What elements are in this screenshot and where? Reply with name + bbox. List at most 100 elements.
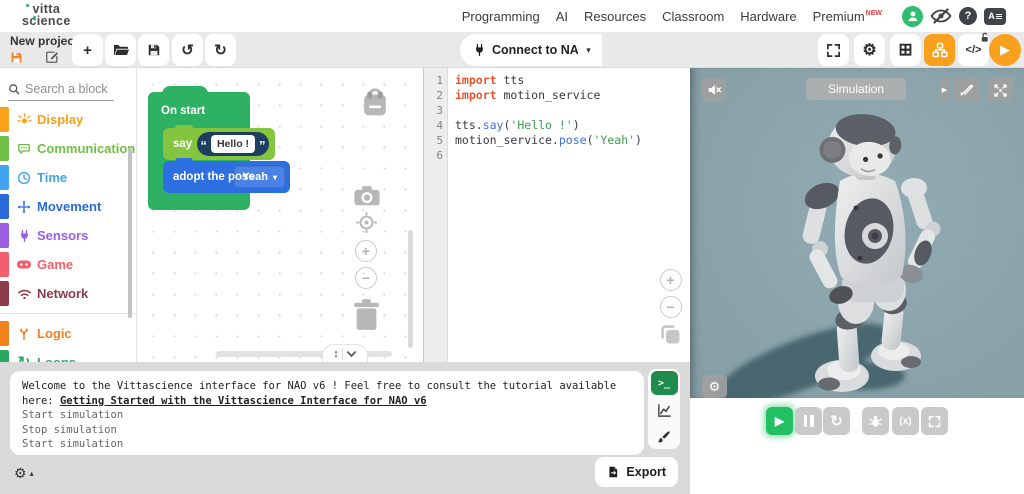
say-block[interactable]: say “ Hello ! ” (163, 128, 275, 160)
sidebar-item-game[interactable]: Game (0, 250, 136, 279)
fullscreen-button[interactable] (818, 34, 849, 66)
sidebar-item-display[interactable]: Display (0, 105, 136, 134)
canvas-vertical-scrollbar[interactable] (408, 230, 413, 348)
simulation-fullscreen-button[interactable] (921, 407, 948, 435)
line-number: 5 (424, 133, 447, 148)
save-project-button[interactable] (138, 34, 169, 66)
settings-button[interactable]: ⚙ (854, 34, 885, 66)
draw-trajectory-button[interactable] (953, 78, 980, 102)
grid-icon: ⊞ (898, 40, 912, 60)
chart-icon (657, 403, 672, 418)
caret-down-icon: ▾ (586, 45, 591, 56)
folder-icon (113, 43, 129, 57)
variables-icon: (x) (899, 416, 911, 427)
nav-item-resources[interactable]: Resources (584, 9, 646, 24)
logo-green-dot (33, 16, 36, 19)
pose-value: Yeah (242, 171, 268, 183)
debug-robot-button[interactable] (862, 407, 889, 435)
zoom-in-button[interactable]: + (355, 240, 377, 262)
console-log-line: Start simulation (22, 437, 632, 452)
blocks-view-button[interactable] (924, 34, 955, 66)
search-icon (8, 83, 20, 95)
category-color-bar (0, 223, 9, 248)
restart-simulation-button[interactable]: ↻ (823, 407, 850, 435)
start-simulation-button[interactable]: ▶ (766, 407, 793, 435)
help-icon[interactable]: ? (959, 7, 977, 25)
sidebar-item-logic[interactable]: Logic (0, 319, 136, 348)
simulation-mode-label[interactable]: Simulation (806, 78, 906, 100)
pause-simulation-button[interactable] (795, 407, 822, 435)
translate-icon[interactable]: A (984, 8, 1006, 25)
category-color-bar (0, 107, 9, 132)
unlock-icon (979, 32, 990, 43)
save-status-icon (10, 51, 23, 64)
nao-robot-figure[interactable] (690, 68, 1024, 398)
translate-a: A (988, 11, 995, 21)
code-zoom-in-button[interactable]: + (660, 269, 682, 291)
fit-view-icon (993, 83, 1008, 98)
user-avatar[interactable] (902, 6, 923, 27)
block-workspace[interactable]: On start say “ Hello ! ” adopt the pose … (137, 68, 423, 362)
mute-button[interactable] (702, 78, 726, 102)
grid-view-button[interactable]: ⊞ (890, 34, 921, 66)
nav-item-premium[interactable]: PremiumNEW (813, 9, 882, 24)
chart-tab-button[interactable] (651, 398, 678, 422)
eye-slash-icon[interactable] (930, 7, 952, 25)
run-program-button[interactable]: ▶ (989, 34, 1021, 66)
console-footer: ⚙ ▴ Export (0, 455, 690, 494)
small-right-arrow-icon: ▶ (942, 86, 947, 94)
sidebar-scrollbar[interactable] (128, 148, 132, 318)
backpack-icon[interactable] (359, 86, 391, 120)
chevron-down-icon[interactable] (346, 350, 357, 358)
sidebar-item-loops[interactable]: ↻Loops (0, 348, 136, 362)
caret-up-icon: ▴ (30, 469, 34, 478)
simulation-viewport[interactable]: Simulation ▶ ⚙ (690, 68, 1024, 398)
trash-icon[interactable] (350, 296, 383, 334)
screenshot-camera-icon[interactable] (353, 184, 381, 207)
tutorial-link[interactable]: Getting Started with the Vittascience In… (60, 395, 427, 407)
code-zoom-out-button[interactable]: − (660, 296, 682, 318)
open-project-button[interactable] (105, 34, 136, 66)
undo-button[interactable]: ↺ (172, 34, 203, 66)
clear-console-button[interactable] (651, 425, 678, 449)
block-search-input[interactable]: Search a block (8, 82, 114, 101)
variables-button[interactable]: (x) (892, 407, 919, 435)
code-line: tts.say('Hello !') (455, 118, 690, 133)
line-number-gutter: 123456 (424, 68, 448, 362)
center-camera-button[interactable] (987, 78, 1014, 102)
console-settings-toggle[interactable]: ⚙ ▴ (14, 465, 34, 482)
simulation-settings-button[interactable]: ⚙ (702, 375, 727, 398)
center-view-target-icon[interactable] (355, 211, 378, 234)
nav-item-classroom[interactable]: Classroom (662, 9, 724, 24)
speech-icon (16, 142, 32, 156)
python-code-panel[interactable]: 123456 import ttsimport motion_service t… (423, 68, 690, 362)
sidebar-item-sensors[interactable]: Sensors (0, 221, 136, 250)
adopt-pose-block[interactable]: adopt the pose Yeah ▾ (163, 161, 290, 193)
nav-item-hardware[interactable]: Hardware (740, 9, 796, 24)
sidebar-item-time[interactable]: Time (0, 163, 136, 192)
sidebar-item-movement[interactable]: Movement (0, 192, 136, 221)
export-button[interactable]: Export (595, 457, 678, 487)
copy-code-icon[interactable] (659, 323, 682, 346)
code-editor[interactable]: import ttsimport motion_service tts.say(… (448, 68, 690, 362)
console-output[interactable]: Welcome to the Vittascience interface fo… (10, 371, 644, 455)
pose-dropdown[interactable]: Yeah ▾ (234, 166, 285, 188)
rename-project-icon[interactable] (45, 50, 59, 64)
project-name[interactable]: New project (10, 34, 78, 48)
nav-item-programming[interactable]: Programming (462, 9, 540, 24)
say-text-input[interactable]: Hello ! (211, 135, 255, 153)
line-number: 6 (424, 148, 447, 163)
panel-expand-arrow-button[interactable]: ▶ (939, 78, 950, 102)
sidebar-categories: DisplayCommunicationTimeMovementSensorsG… (0, 105, 136, 362)
new-project-button[interactable]: + (72, 34, 103, 66)
vittascience-logo[interactable]: vitta science (22, 3, 71, 27)
zoom-out-button[interactable]: − (355, 267, 377, 289)
resize-handle[interactable]: ↕ (333, 348, 339, 360)
sidebar-item-communication[interactable]: Communication (0, 134, 136, 163)
console-resize-tab: ↕ (322, 344, 368, 362)
redo-button[interactable]: ↻ (205, 34, 236, 66)
code-line (455, 148, 690, 163)
nav-item-ai[interactable]: AI (556, 9, 568, 24)
sidebar-item-network[interactable]: Network (0, 279, 136, 308)
terminal-tab-button[interactable]: >_ (651, 371, 678, 395)
